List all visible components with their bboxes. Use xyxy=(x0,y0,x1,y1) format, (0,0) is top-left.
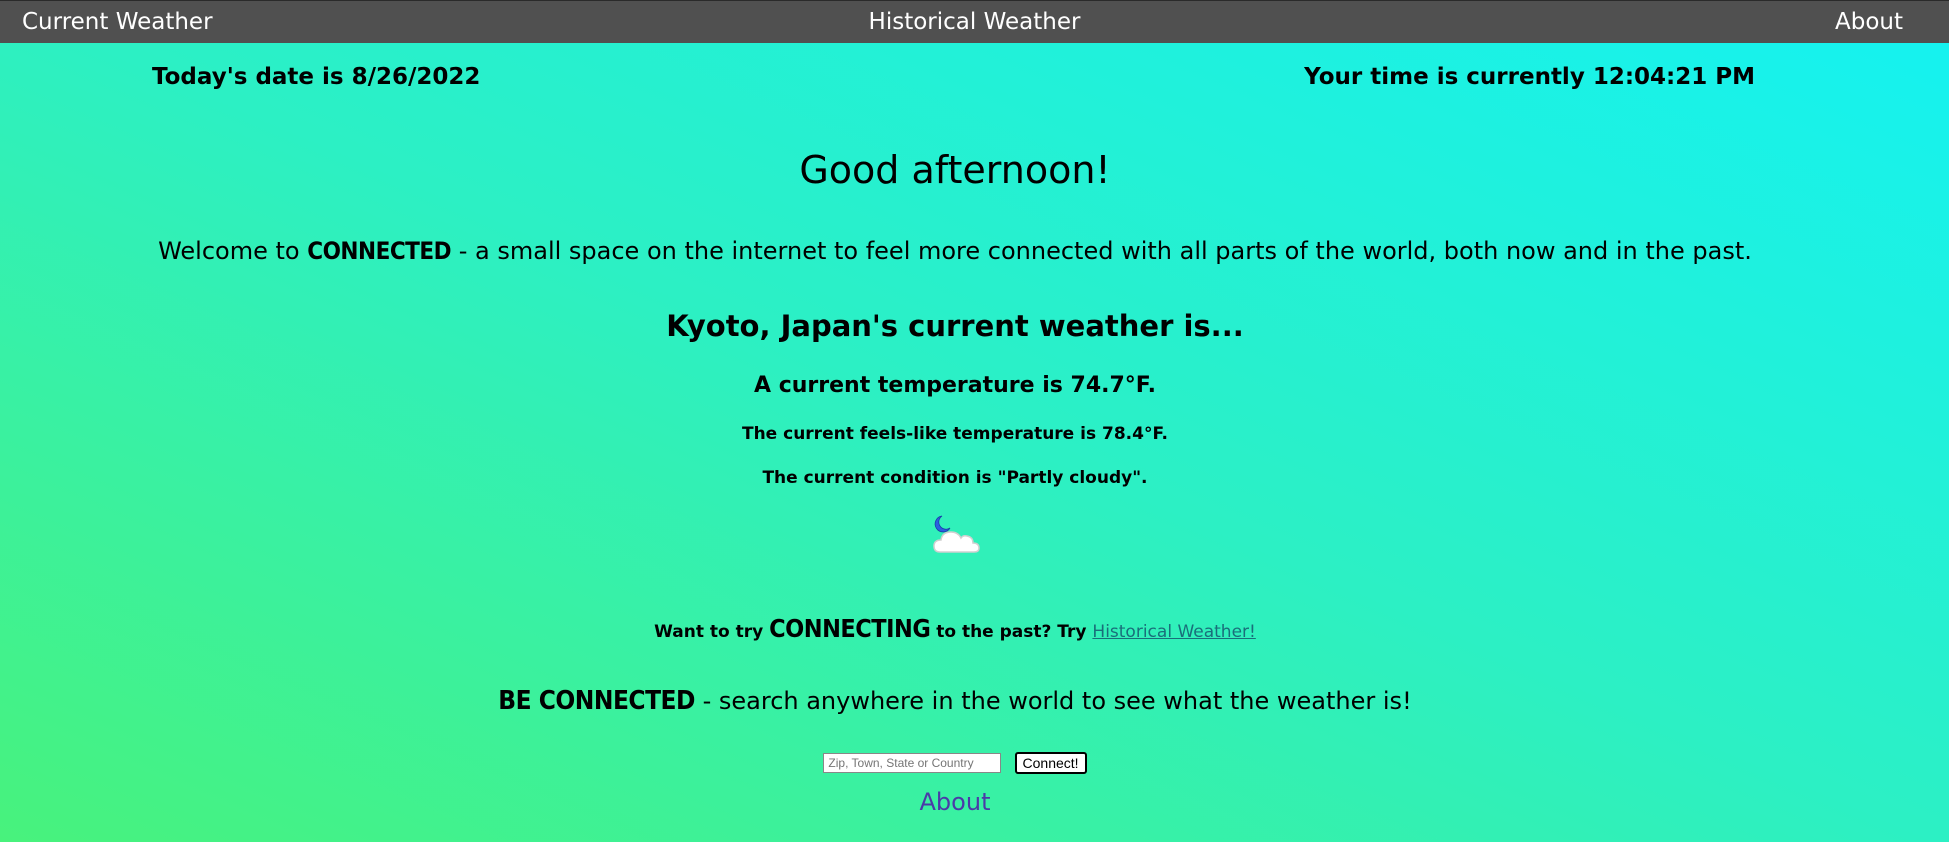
welcome-prefix: Welcome to xyxy=(158,237,308,265)
welcome-suffix: - a small space on the internet to feel … xyxy=(451,237,1752,265)
location-search-input[interactable] xyxy=(823,753,1002,773)
weather-heading: Kyoto, Japan's current weather is... xyxy=(666,309,1244,343)
connect-button[interactable]: Connect! xyxy=(1014,752,1087,774)
be-connected-suffix: - search anywhere in the world to see wh… xyxy=(694,687,1412,715)
welcome-message: Welcome to CONNECTED - a small space on … xyxy=(0,237,1910,265)
about-link[interactable]: About xyxy=(920,788,991,816)
top-nav: Current Weather Historical Weather About xyxy=(0,0,1949,43)
footer-about: About xyxy=(0,788,1910,816)
feels-like-temperature: The current feels-like temperature is 78… xyxy=(741,424,1169,444)
try-past-prompt: Want to try CONNECTING to the past? Try … xyxy=(0,614,1910,643)
try-prefix: Want to try xyxy=(654,622,770,642)
historical-weather-link[interactable]: Historical Weather! xyxy=(1092,622,1255,642)
date-display: Today's date is 8/26/2022 xyxy=(152,64,481,90)
search-form: Connect! xyxy=(0,752,1910,774)
nav-current-weather[interactable]: Current Weather xyxy=(22,9,213,35)
nav-about[interactable]: About xyxy=(1835,9,1903,35)
try-middle: to the past? Try xyxy=(930,622,1093,642)
brand-connecting: CONNECTING xyxy=(769,614,931,643)
partly-cloudy-night-icon xyxy=(930,512,982,562)
current-temperature: A current temperature is 74.7°F. xyxy=(754,373,1156,398)
nav-historical-weather[interactable]: Historical Weather xyxy=(845,9,1105,35)
greeting: Good afternoon! xyxy=(799,148,1111,192)
brand-be-connected: BE CONNECTED xyxy=(498,686,695,716)
current-condition: The current condition is "Partly cloudy"… xyxy=(762,468,1148,488)
time-display: Your time is currently 12:04:21 PM xyxy=(1304,64,1755,90)
be-connected-prompt: BE CONNECTED - search anywhere in the wo… xyxy=(0,686,1910,716)
brand-connected: CONNECTED xyxy=(307,237,452,265)
